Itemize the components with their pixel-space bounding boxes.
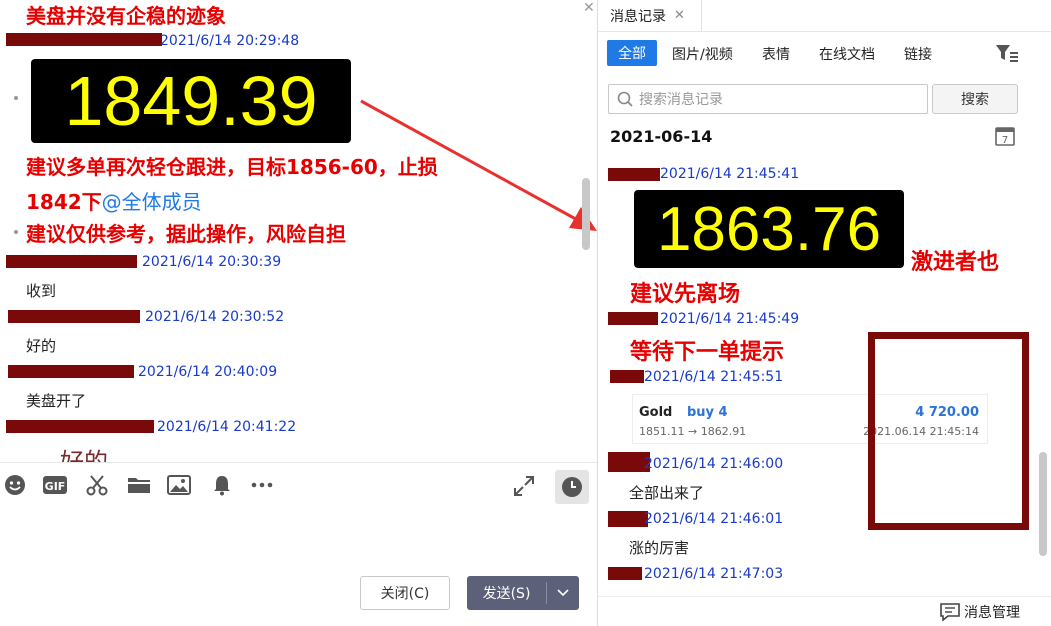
trade-action: buy 4	[687, 405, 728, 420]
image-icon[interactable]	[166, 474, 192, 500]
price-image[interactable]: 1863.76	[634, 190, 904, 268]
disclaimer-annotation: 建议仅供参考，据此操作，风险自担	[26, 222, 346, 246]
redacted-sender	[6, 255, 137, 268]
message-time: 2021/6/14 20:40:09	[138, 364, 278, 380]
gif-icon[interactable]: GIF	[42, 474, 68, 500]
close-icon[interactable]: ✕	[583, 0, 595, 16]
svg-text:7: 7	[1002, 135, 1008, 146]
redacted-sender	[608, 567, 642, 580]
message-text: 好的	[26, 337, 57, 355]
close-button[interactable]: 关闭(C)	[360, 576, 450, 610]
history-pane: 消息记录 ✕ 全部 图片/视频 表情 在线文档 链接 搜索消息记录 搜索 202…	[598, 0, 1051, 626]
tab-links[interactable]: 链接	[904, 44, 932, 64]
emoji-icon[interactable]	[2, 474, 28, 500]
search-icon	[617, 91, 633, 107]
history-window-tab[interactable]: 消息记录 ✕	[598, 0, 702, 31]
tab-stickers[interactable]: 表情	[762, 44, 790, 64]
message-text: 收到	[26, 282, 57, 300]
message-time: 2021/6/14 20:41:22	[157, 419, 297, 435]
history-clock-icon[interactable]	[555, 470, 589, 504]
message-time: 2021/6/14 20:30:52	[145, 309, 285, 325]
send-button[interactable]: 发送(S)	[467, 576, 579, 610]
message-time: 2021/6/14 21:45:41	[660, 166, 800, 182]
divider	[598, 596, 1051, 597]
advice-stoploss: 1842下	[26, 190, 102, 214]
chat-pane: 美盘并没有企稳的迹象 ✕ 2021/6/14 20:29:48 1849.39 …	[0, 0, 598, 626]
redacted-sender	[8, 310, 140, 323]
redacted-sender	[8, 365, 134, 378]
wait-annotation: 等待下一单提示	[630, 340, 785, 365]
advice-line-2: 1842下@全体成员	[26, 186, 202, 215]
redacted-sender	[610, 370, 644, 383]
history-tab-label: 消息记录	[610, 8, 666, 25]
message-text: 全部出来了	[629, 484, 705, 502]
message-time: 2021/6/14 21:45:51	[644, 369, 784, 385]
bell-icon[interactable]	[209, 474, 235, 500]
redacted-sender	[6, 33, 162, 46]
scissors-icon[interactable]	[84, 474, 110, 500]
expand-icon[interactable]	[511, 474, 537, 500]
trade-symbol: Gold	[639, 405, 673, 420]
chevron-down-icon[interactable]	[547, 589, 579, 597]
divider	[598, 31, 1051, 32]
calendar-icon[interactable]: 7	[994, 125, 1016, 151]
aggressive-annotation: 激进者也	[911, 250, 1000, 275]
message-time: 2021/6/14 21:45:49	[660, 311, 800, 327]
date-header: 2021-06-14	[610, 127, 713, 146]
tab-all[interactable]: 全部	[607, 40, 657, 66]
bullet-icon	[14, 96, 18, 100]
search-button[interactable]: 搜索	[932, 84, 1018, 114]
message-text: 涨的厉害	[629, 539, 690, 557]
manage-messages-button[interactable]: 消息管理	[940, 602, 1020, 622]
scrollbar[interactable]	[582, 178, 590, 250]
message-time: 2021/6/14 21:46:01	[644, 511, 784, 527]
exit-annotation: 建议先离场	[630, 282, 741, 307]
message-time: 2021/6/14 20:30:39	[142, 254, 282, 270]
headline-annotation: 美盘并没有企稳的迹象	[26, 4, 226, 28]
manage-label: 消息管理	[964, 605, 1020, 621]
folder-icon[interactable]	[126, 474, 152, 500]
message-time: 2021/6/14 20:29:48	[160, 33, 300, 49]
svg-text:GIF: GIF	[45, 480, 66, 493]
message-time: 2021/6/14 21:47:03	[644, 566, 784, 582]
message-time: 2021/6/14 21:46:00	[644, 456, 784, 472]
trade-prices: 1851.11 → 1862.91	[639, 425, 747, 438]
redacted-sender	[608, 511, 648, 527]
chat-history: 美盘并没有企稳的迹象 ✕ 2021/6/14 20:29:48 1849.39 …	[0, 0, 598, 462]
redacted-sender	[608, 168, 660, 181]
close-icon[interactable]: ✕	[674, 8, 685, 23]
chat-manage-icon	[940, 603, 960, 621]
tab-docs[interactable]: 在线文档	[819, 44, 875, 64]
price-image[interactable]: 1849.39	[31, 59, 351, 143]
redacted-sender	[6, 420, 154, 433]
filter-icon[interactable]	[995, 43, 1019, 67]
tab-media[interactable]: 图片/视频	[672, 44, 733, 64]
more-icon[interactable]	[249, 474, 275, 500]
arrow-annotation	[360, 99, 597, 231]
search-placeholder: 搜索消息记录	[639, 92, 723, 108]
highlight-box	[868, 332, 1029, 530]
redacted-sender	[608, 312, 658, 325]
message-text: 美盘开了	[26, 392, 87, 410]
search-input[interactable]: 搜索消息记录	[608, 84, 928, 114]
mention-link[interactable]: @全体成员	[102, 190, 202, 214]
bullet-icon	[14, 230, 18, 234]
send-label[interactable]: 发送(S)	[467, 583, 546, 603]
scrollbar[interactable]	[1039, 452, 1047, 556]
sticker-text[interactable]: 好的	[60, 442, 108, 462]
